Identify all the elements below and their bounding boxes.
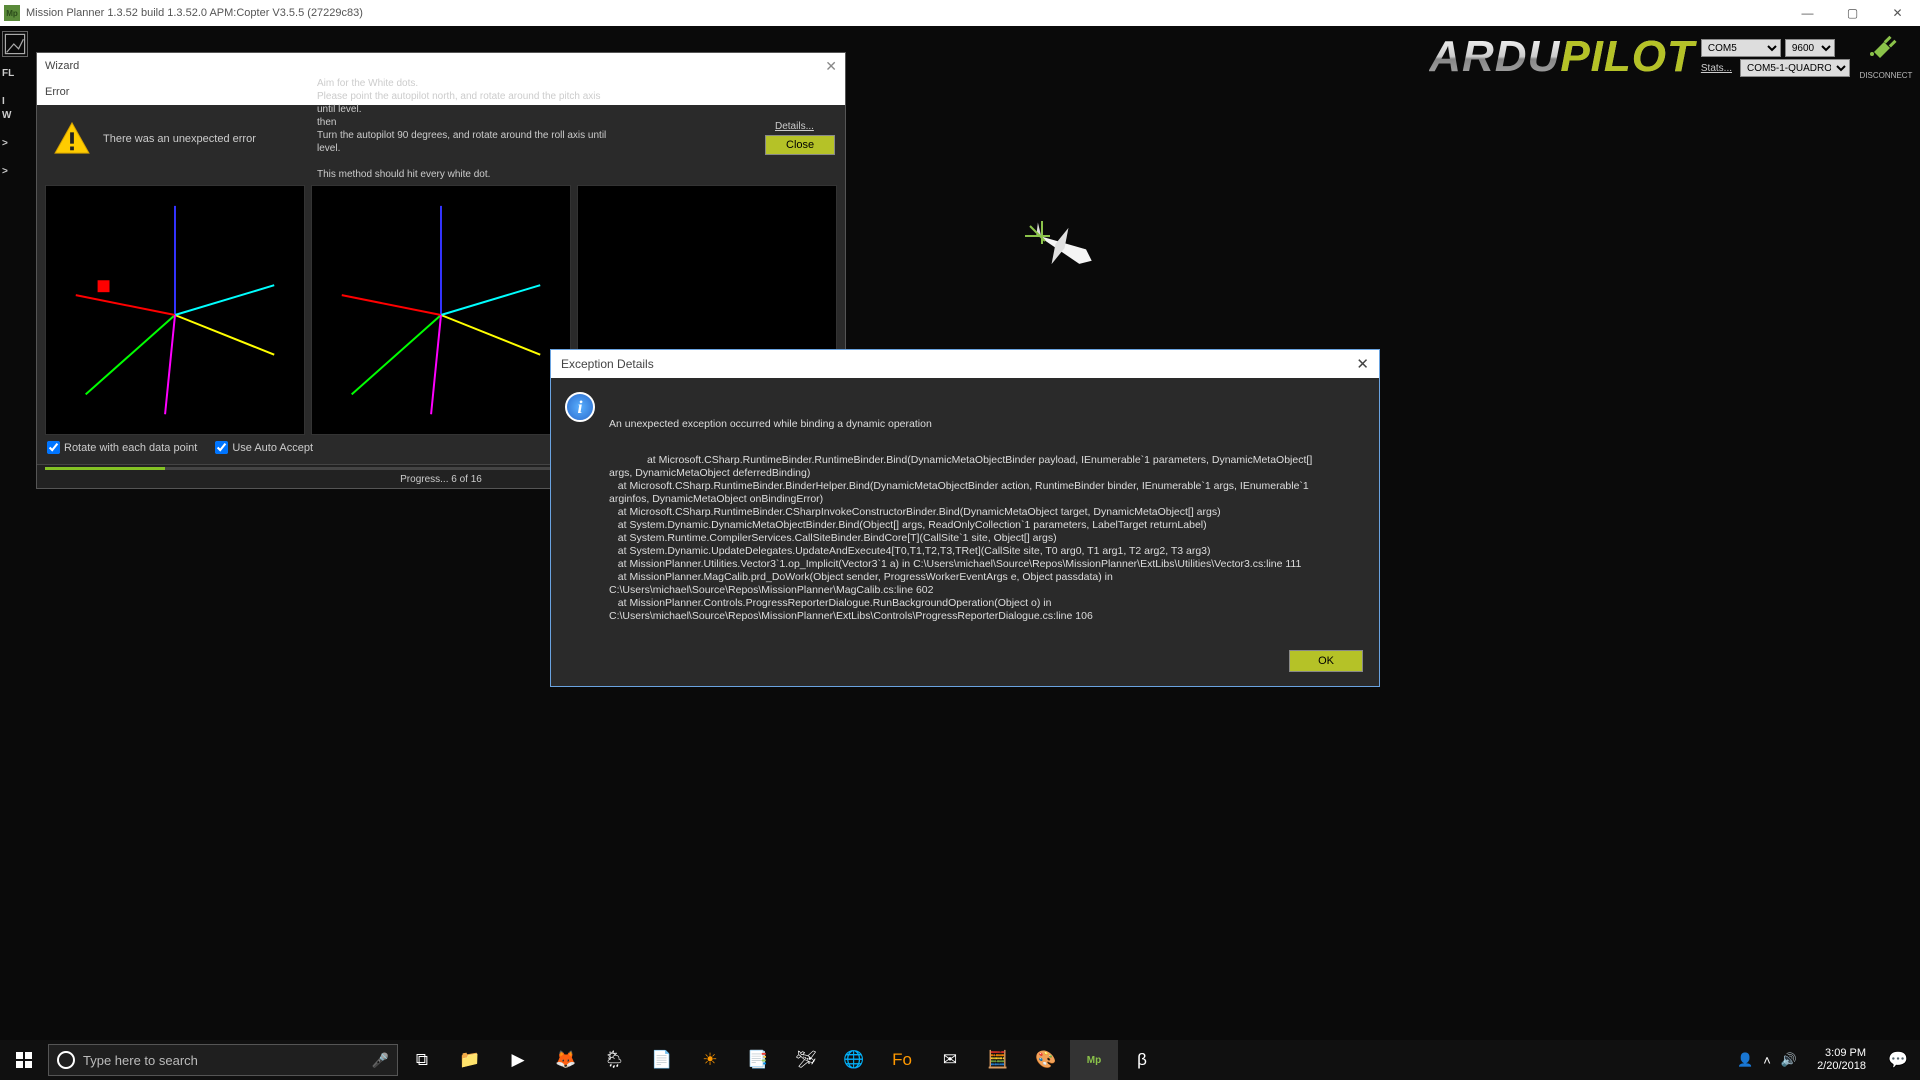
forge-icon[interactable]: Fo: [878, 1040, 926, 1080]
error-details-link[interactable]: Details...: [775, 121, 814, 132]
wizard-close-icon[interactable]: ✕: [825, 58, 837, 75]
left-edge-text: FL I W > >: [2, 67, 28, 179]
tray-chevron-icon[interactable]: ˄: [1763, 1053, 1771, 1068]
exception-text: An unexpected exception occurred while b…: [609, 392, 1329, 636]
search-placeholder: Type here to search: [83, 1053, 364, 1068]
plug-icon: [1856, 28, 1916, 65]
file-explorer-icon[interactable]: 📁: [446, 1040, 494, 1080]
mission-planner-taskbar-icon[interactable]: Mp: [1070, 1040, 1118, 1080]
taskbar-search[interactable]: Type here to search 🎤: [48, 1044, 398, 1076]
left-sidebar: FL I W > >: [0, 26, 30, 526]
taskbar: Type here to search 🎤 ⧉ 📁 ▶ 🦊 🌦 📄 ☀ 📑 🛩 …: [0, 1040, 1920, 1080]
maximize-button[interactable]: ▢: [1830, 0, 1875, 26]
info-icon: i: [565, 392, 595, 422]
start-button[interactable]: [0, 1040, 48, 1080]
volume-icon[interactable]: 🔊: [1781, 1052, 1797, 1068]
ardupilot-header: ARDUPILOT COM5 9600 Stats... COM5-1-QUAD…: [1429, 26, 1850, 86]
beta-icon[interactable]: β: [1118, 1040, 1166, 1080]
cortana-icon: [57, 1051, 75, 1069]
exception-ok-button[interactable]: OK: [1289, 650, 1363, 672]
progress-label: Progress... 6 of 16: [400, 474, 482, 485]
task-view-icon[interactable]: ⧉: [398, 1040, 446, 1080]
wizard-title-text: Wizard: [45, 60, 79, 72]
error-close-button[interactable]: Close: [765, 135, 835, 155]
stats-link[interactable]: Stats...: [1701, 63, 1736, 74]
exception-title-text: Exception Details: [561, 357, 654, 371]
app-titlebar[interactable]: Mp Mission Planner 1.3.52 build 1.3.52.0…: [0, 0, 1920, 26]
paint-icon[interactable]: 🎨: [1022, 1040, 1070, 1080]
minimize-button[interactable]: —: [1785, 0, 1830, 26]
disconnect-button[interactable]: DISCONNECT: [1856, 28, 1916, 83]
notification-icon[interactable]: 💬: [1876, 1050, 1920, 1070]
error-title-text: Error: [45, 86, 69, 98]
rotate-checkbox[interactable]: Rotate with each data point: [47, 441, 197, 454]
exception-titlebar[interactable]: Exception Details ✕: [551, 350, 1379, 378]
app-window: Mp Mission Planner 1.3.52 build 1.3.52.0…: [0, 0, 1920, 1054]
wizard-titlebar[interactable]: Wizard ✕: [37, 53, 845, 79]
mail-icon[interactable]: ✉: [926, 1040, 974, 1080]
chrome-icon[interactable]: 🌐: [830, 1040, 878, 1080]
sun-icon[interactable]: ☀: [686, 1040, 734, 1080]
app-icon-1[interactable]: 📑: [734, 1040, 782, 1080]
warning-icon: [53, 121, 91, 155]
ardupilot-logo: ARDUPILOT: [1429, 31, 1695, 82]
doc-icon[interactable]: 📄: [638, 1040, 686, 1080]
axis-plot-2: [311, 185, 571, 435]
disconnect-label: DISCONNECT: [1860, 71, 1913, 80]
exception-dialog: Exception Details ✕ i An unexpected exce…: [550, 349, 1380, 687]
app-title: Mission Planner 1.3.52 build 1.3.52.0 AP…: [26, 7, 363, 19]
mic-icon[interactable]: 🎤: [372, 1052, 389, 1069]
baud-select[interactable]: 9600: [1785, 39, 1835, 57]
taskbar-clock[interactable]: 3:09 PM 2/20/2018: [1807, 1047, 1876, 1073]
close-button[interactable]: ✕: [1875, 0, 1920, 26]
vehicle-3d-icon: [1000, 196, 1120, 296]
error-message: There was an unexpected error: [103, 121, 256, 145]
wizard-instructions: Aim for the White dots. Please point the…: [317, 77, 617, 181]
com-port-select[interactable]: COM5: [1701, 39, 1781, 57]
exception-close-icon[interactable]: ✕: [1356, 355, 1369, 373]
weather-icon[interactable]: 🌦: [590, 1040, 638, 1080]
people-icon[interactable]: 👤: [1737, 1052, 1753, 1068]
autoaccept-checkbox[interactable]: Use Auto Accept: [215, 441, 313, 454]
store-icon[interactable]: ▶: [494, 1040, 542, 1080]
firefox-icon[interactable]: 🦊: [542, 1040, 590, 1080]
calculator-icon[interactable]: 🧮: [974, 1040, 1022, 1080]
app-icon: Mp: [4, 5, 20, 21]
flight-data-icon[interactable]: [2, 31, 28, 57]
app-icon-2[interactable]: 🛩: [782, 1040, 830, 1080]
axis-plot-1: [45, 185, 305, 435]
vehicle-select[interactable]: COM5-1-QUADROTOR: [1740, 59, 1850, 77]
